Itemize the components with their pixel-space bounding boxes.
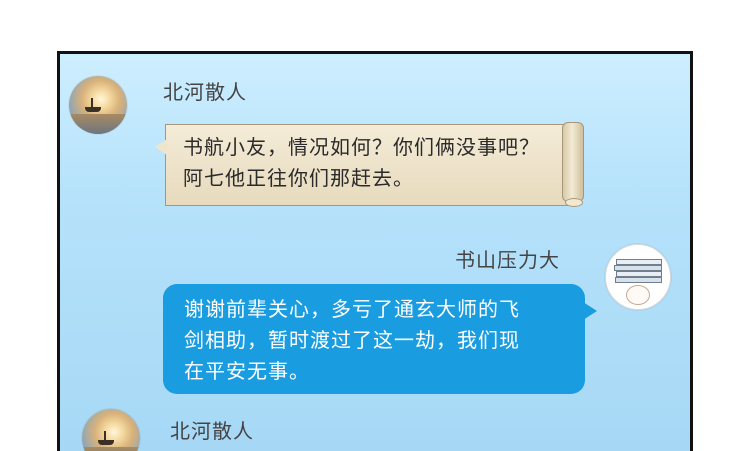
sender-name: 北河散人: [163, 80, 247, 104]
message-line: 剑相助，暂时渡过了这一劫，我们现: [184, 328, 520, 352]
avatar-boat: [98, 440, 114, 445]
character-face-icon: [626, 285, 650, 305]
message-line: 在平安无事。: [184, 359, 310, 383]
avatar-boat: [85, 107, 101, 112]
bubble-tail: [155, 139, 167, 155]
book-icon: [615, 277, 662, 283]
outgoing-message-text: 谢谢前辈关心，多亏了通玄大师的飞 剑相助，暂时渡过了这一劫，我们现 在平安无事。: [184, 294, 574, 387]
incoming-message-text: 书航小友，情况如何？你们俩没事吧？ 阿七他正往你们那赶去。: [183, 132, 563, 194]
avatar-water: [82, 447, 140, 451]
message-line: 谢谢前辈关心，多亏了通玄大师的飞: [184, 297, 520, 321]
scroll-roll-end: [565, 198, 583, 207]
message-line: 阿七他正往你们那赶去。: [183, 166, 414, 190]
sender-avatar-beihe[interactable]: [82, 409, 140, 451]
sender-name: 书山压力大: [455, 248, 560, 272]
chat-panel: 北河散人 书航小友，情况如何？你们俩没事吧？ 阿七他正往你们那赶去。 书山压力大…: [57, 51, 693, 451]
scroll-roll-decoration: [562, 122, 584, 202]
avatar-water: [69, 114, 127, 134]
bubble-tail: [583, 302, 597, 320]
sender-avatar-beihe[interactable]: [69, 76, 127, 134]
sender-avatar-shushan[interactable]: [605, 244, 671, 310]
message-line: 书航小友，情况如何？你们俩没事吧？: [183, 135, 540, 159]
